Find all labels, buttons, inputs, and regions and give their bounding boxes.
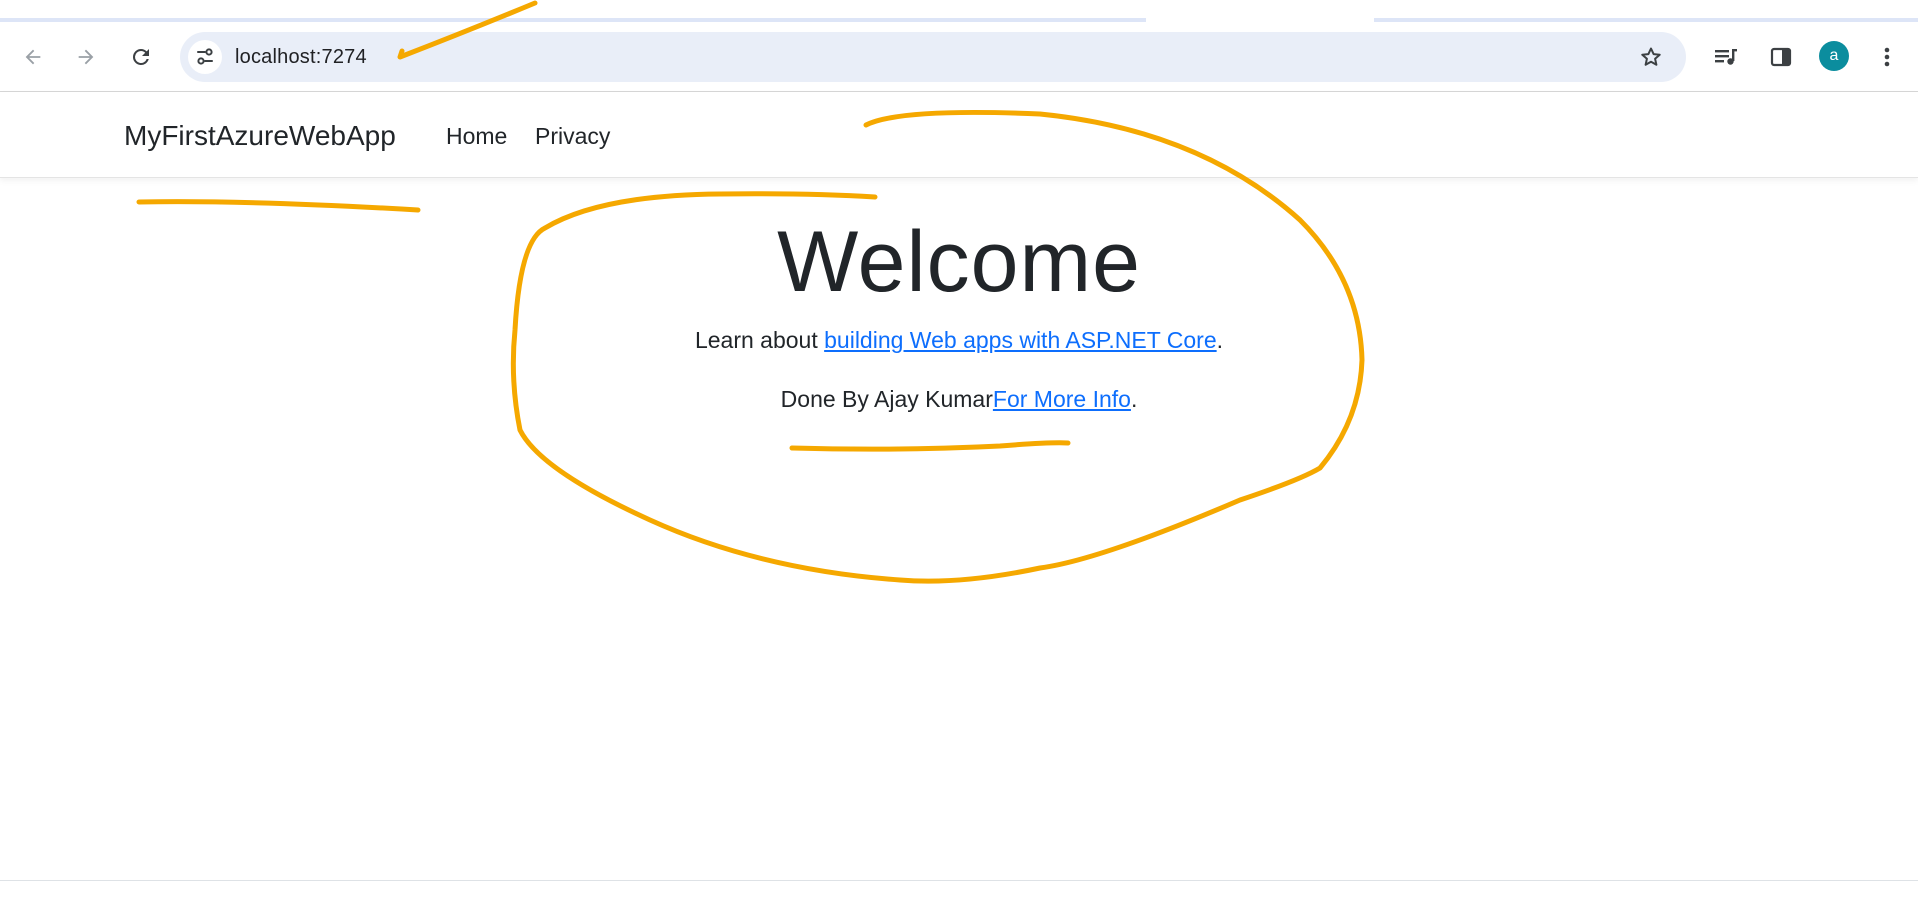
more-info-link[interactable]: For More Info — [993, 386, 1131, 412]
reload-button[interactable] — [126, 42, 156, 72]
media-button[interactable] — [1711, 42, 1741, 72]
browser-toolbar: localhost:7274 a — [0, 22, 1918, 92]
learn-suffix-text: . — [1216, 327, 1224, 353]
reload-icon — [133, 48, 149, 65]
media-playlist-icon — [1715, 49, 1737, 65]
profile-avatar[interactable]: a — [1819, 41, 1849, 71]
side-panel-icon — [1770, 47, 1792, 67]
side-panel-button[interactable] — [1766, 42, 1796, 72]
author-underline-stroke — [789, 440, 1071, 452]
bookmark-button[interactable] — [1638, 44, 1664, 70]
nav-privacy-link[interactable]: Privacy — [535, 123, 610, 150]
author-suffix-text: . — [1130, 386, 1138, 412]
tab-strip — [0, 0, 1918, 24]
browser-menu-button[interactable] — [1872, 42, 1902, 72]
learn-paragraph: Learn about building Web apps with ASP.N… — [0, 324, 1918, 356]
aspnet-docs-link[interactable]: building Web apps with ASP.NET Core — [824, 327, 1217, 353]
star-icon — [1641, 47, 1661, 66]
brand-link[interactable]: MyFirstAzureWebApp — [124, 120, 396, 152]
welcome-heading: Welcome — [777, 214, 1141, 310]
back-button[interactable] — [18, 42, 48, 72]
author-paragraph: Done By Ajay KumarFor More Info. — [0, 383, 1918, 415]
tune-icon — [197, 48, 213, 65]
url-text[interactable]: localhost:7274 — [235, 46, 367, 69]
arrow-left-icon — [25, 49, 41, 65]
author-text: Done By Ajay Kumar — [780, 386, 993, 412]
main-content: Welcome Learn about building Web apps wi… — [0, 178, 1918, 415]
arrow-right-icon — [78, 49, 94, 65]
kebab-menu-icon — [1884, 47, 1890, 67]
nav-home-link[interactable]: Home — [446, 123, 507, 150]
site-info-button[interactable] — [188, 40, 222, 74]
address-bar[interactable]: localhost:7274 — [180, 32, 1686, 82]
learn-prefix-text: Learn about — [694, 327, 825, 353]
forward-button[interactable] — [71, 42, 101, 72]
site-navbar: MyFirstAzureWebApp Home Privacy — [0, 92, 1918, 178]
footer-divider — [0, 880, 1918, 881]
